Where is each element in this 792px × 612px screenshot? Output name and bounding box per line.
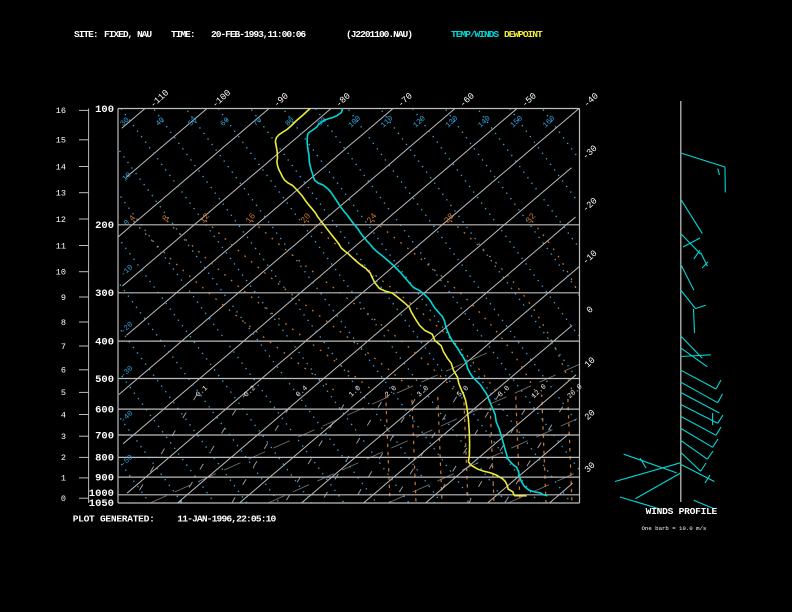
svg-text:12: 12 xyxy=(56,215,66,225)
svg-text:1: 1 xyxy=(61,474,66,484)
svg-text:14: 14 xyxy=(56,162,66,172)
svg-text:15: 15 xyxy=(56,136,66,146)
svg-text:DEWPOINT: DEWPOINT xyxy=(504,29,543,40)
svg-text:400: 400 xyxy=(95,336,114,348)
svg-text:8: 8 xyxy=(61,318,66,328)
svg-text:TEMP/WINDS: TEMP/WINDS xyxy=(451,29,499,40)
svg-text:FIXED, NAU: FIXED, NAU xyxy=(104,29,152,40)
svg-text:SITE:: SITE: xyxy=(74,29,98,40)
svg-text:300: 300 xyxy=(95,288,114,300)
svg-text:10: 10 xyxy=(56,267,66,277)
svg-text:600: 600 xyxy=(95,404,114,416)
svg-text:16: 16 xyxy=(56,106,66,116)
svg-text:4: 4 xyxy=(61,410,66,420)
svg-text:TIME:: TIME: xyxy=(171,29,195,40)
svg-text:11: 11 xyxy=(56,241,66,251)
svg-text:200: 200 xyxy=(95,220,114,232)
svg-text:500: 500 xyxy=(95,374,114,386)
svg-text:13: 13 xyxy=(56,188,66,198)
svg-text:WINDS PROFILE: WINDS PROFILE xyxy=(646,506,718,517)
svg-text:11-JAN-1996,22:05:10: 11-JAN-1996,22:05:10 xyxy=(177,514,276,525)
svg-text:6: 6 xyxy=(61,366,66,376)
svg-text:2: 2 xyxy=(61,453,66,463)
svg-text:7: 7 xyxy=(61,342,66,352)
svg-text:One barb = 10.0 m/s: One barb = 10.0 m/s xyxy=(642,525,707,532)
svg-text:PLOT GENERATED:: PLOT GENERATED: xyxy=(73,514,155,525)
svg-text:700: 700 xyxy=(95,430,114,442)
svg-text:(J2201100.NAU): (J2201100.NAU) xyxy=(346,29,412,40)
svg-text:900: 900 xyxy=(95,472,114,484)
svg-text:100: 100 xyxy=(95,104,114,116)
svg-text:0: 0 xyxy=(61,494,66,504)
svg-text:20-FEB-1993,11:00:06: 20-FEB-1993,11:00:06 xyxy=(211,29,306,40)
svg-text:800: 800 xyxy=(95,453,114,465)
svg-text:3: 3 xyxy=(61,432,66,442)
svg-text:5: 5 xyxy=(61,388,66,398)
svg-text:9: 9 xyxy=(61,293,66,303)
svg-text:1050: 1050 xyxy=(89,498,114,510)
